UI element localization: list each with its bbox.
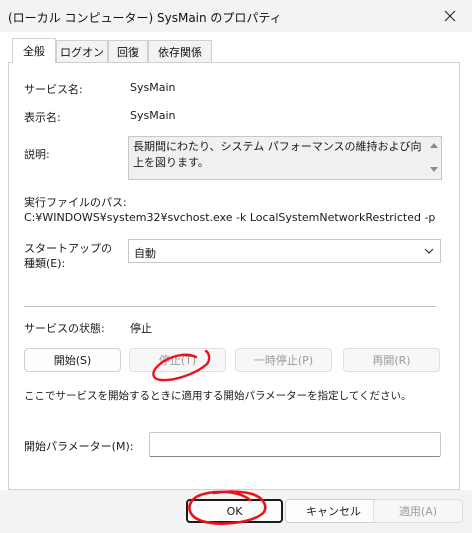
description-scrollbar[interactable] bbox=[427, 137, 441, 179]
display-name-value: SysMain bbox=[130, 109, 176, 122]
tab-label: 全般 bbox=[23, 45, 45, 58]
service-name-value: SysMain bbox=[130, 81, 176, 94]
tab-label: 回復 bbox=[117, 45, 139, 59]
startup-type-value: 自動 bbox=[134, 247, 156, 260]
apply-button-label: 適用(A) bbox=[398, 505, 438, 518]
tab-label: 依存関係 bbox=[158, 45, 202, 59]
service-status-label: サービスの状態: bbox=[24, 322, 105, 335]
description-box: 長期間にわたり、システム パフォーマンスの維持および向上を図ります。 bbox=[128, 136, 442, 180]
section-divider bbox=[24, 306, 436, 307]
cancel-button-label: キャンセル bbox=[306, 505, 361, 518]
tab-dependencies[interactable]: 依存関係 bbox=[148, 40, 212, 62]
exe-path-label: 実行ファイルのパス: bbox=[24, 196, 127, 209]
window-title: (ローカル コンピューター) SysMain のプロパティ bbox=[8, 11, 282, 25]
startup-type-select[interactable]: 自動 bbox=[128, 239, 441, 263]
pause-button[interactable]: 一時停止(P) bbox=[235, 348, 332, 372]
startup-type-label-line1: スタートアップの bbox=[24, 242, 112, 255]
apply-button[interactable]: 適用(A) bbox=[373, 499, 463, 523]
startup-type-label-line2: 種類(E): bbox=[24, 257, 66, 270]
display-name-label: 表示名: bbox=[24, 111, 61, 124]
service-name-label: サービス名: bbox=[24, 83, 83, 96]
resume-button-label: 再開(R) bbox=[372, 354, 411, 367]
scroll-down-icon[interactable] bbox=[430, 167, 438, 173]
pause-button-label: 一時停止(P) bbox=[253, 354, 314, 367]
general-panel bbox=[8, 62, 460, 490]
scroll-up-icon[interactable] bbox=[430, 142, 438, 148]
chevron-down-icon bbox=[424, 248, 434, 254]
resume-button[interactable]: 再開(R) bbox=[343, 348, 440, 372]
description-label: 説明: bbox=[24, 148, 50, 161]
start-button[interactable]: 開始(S) bbox=[24, 348, 121, 372]
start-button-label: 開始(S) bbox=[53, 354, 92, 367]
stop-button-label: 停止(T) bbox=[158, 354, 197, 367]
description-text: 長期間にわたり、システム パフォーマンスの維持および向上を図ります。 bbox=[133, 140, 422, 169]
tab-recovery[interactable]: 回復 bbox=[108, 40, 148, 62]
start-parameter-hint: ここでサービスを開始するときに適用する開始パラメーターを指定してください。 bbox=[24, 390, 412, 402]
cancel-button[interactable]: キャンセル bbox=[285, 499, 382, 523]
start-parameter-label: 開始パラメーター(M): bbox=[24, 440, 134, 453]
tab-general[interactable]: 全般 bbox=[12, 38, 56, 63]
exe-path-value: C:¥WINDOWS¥system32¥svchost.exe -k Local… bbox=[24, 211, 436, 224]
stop-button[interactable]: 停止(T) bbox=[129, 348, 226, 372]
ok-button[interactable]: OK bbox=[186, 499, 283, 523]
close-button[interactable] bbox=[428, 0, 472, 32]
title-bar: (ローカル コンピューター) SysMain のプロパティ bbox=[0, 0, 472, 32]
tab-logon[interactable]: ログオン bbox=[56, 40, 108, 62]
tab-label: ログオン bbox=[60, 45, 104, 59]
ok-button-label: OK bbox=[226, 504, 243, 518]
close-icon bbox=[444, 10, 456, 22]
start-parameter-input[interactable] bbox=[149, 432, 441, 457]
service-status-value: 停止 bbox=[130, 322, 152, 335]
